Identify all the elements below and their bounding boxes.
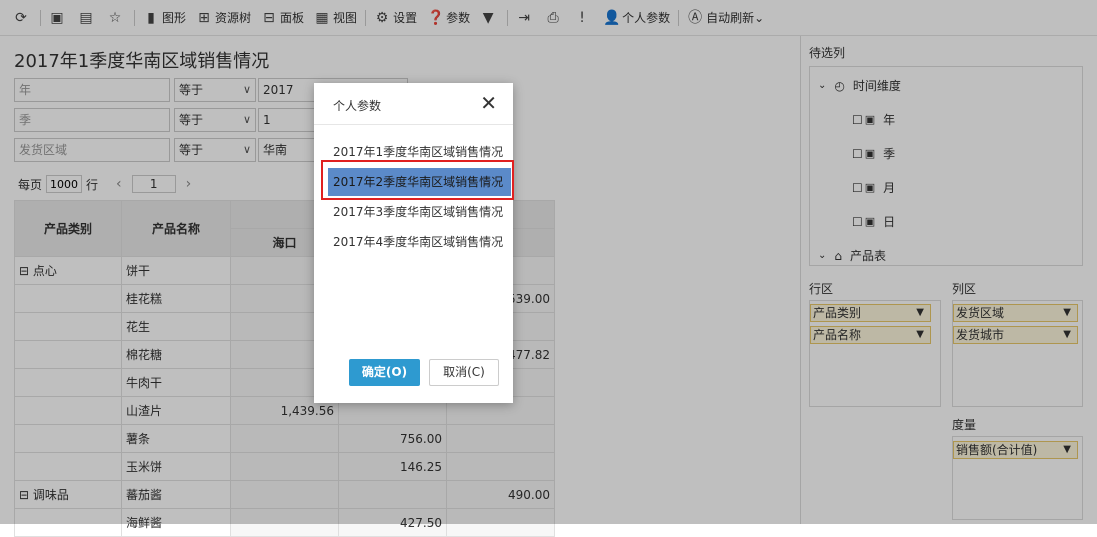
close-icon[interactable]: ✕ [480,93,497,113]
ok-button[interactable]: 确定(O) [349,359,420,386]
dialog-divider [314,124,513,125]
param-list-item[interactable]: 2017年4季度华南区域销售情况 [328,228,511,256]
modal-overlay [0,0,1097,524]
personal-params-dialog: 个人参数 ✕ 2017年1季度华南区域销售情况 2017年2季度华南区域销售情况… [314,83,513,403]
param-list-item[interactable]: 2017年3季度华南区域销售情况 [328,198,511,226]
selection-highlight [321,160,514,200]
cancel-button[interactable]: 取消(C) [429,359,499,386]
dialog-title: 个人参数 [333,99,382,113]
